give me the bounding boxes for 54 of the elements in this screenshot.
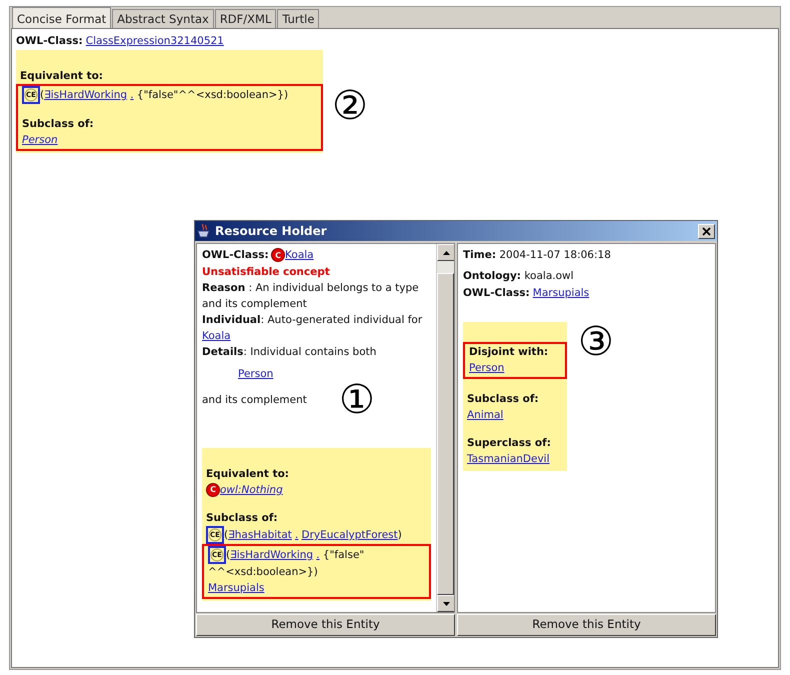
detail-text: Individual: Auto-generated individual for Koala	[202, 314, 422, 342]
section-heading: Disjoint with:	[469, 346, 548, 358]
scroll-up-button[interactable]	[437, 244, 454, 261]
tab[interactable]: Concise Format	[12, 7, 112, 28]
entity-link[interactable]: Koala	[202, 330, 231, 342]
close-button[interactable]	[698, 224, 715, 238]
callout-number: ①	[339, 380, 375, 420]
property-text: OWL-Class: Marsupials	[463, 287, 590, 299]
entity-link[interactable]: owl:Nothing	[220, 484, 283, 496]
property-text: Ontology: koala.owl	[463, 270, 574, 282]
section-heading: Equivalent to:	[206, 468, 289, 480]
entity-link[interactable]: Marsupials	[208, 582, 264, 594]
entity-link[interactable]: DryEucalyptForest	[302, 528, 398, 541]
property-text: OWL-Class: ClassExpression32140521	[16, 35, 224, 47]
remove-button[interactable]: Remove this Entity	[196, 614, 455, 636]
remove-button[interactable]: Remove this Entity	[457, 614, 716, 636]
entity-link[interactable]: Marsupials	[532, 287, 590, 299]
entity-link[interactable]: Person	[469, 362, 504, 374]
entity-link[interactable]: ∃isHardWorking	[230, 548, 314, 561]
window-title: Resource Holder	[215, 223, 327, 240]
entity-link[interactable]: .	[130, 88, 134, 101]
tab[interactable]: RDF/XML	[214, 9, 276, 28]
section-heading: Subclass of:	[467, 393, 539, 405]
detail-text: Details: Individual contains both	[202, 346, 376, 358]
entity-link[interactable]: Koala	[285, 249, 314, 261]
property-text: OWL-Class: C Koala	[202, 249, 314, 261]
down-arrow-icon	[442, 602, 450, 606]
error-message: Unsatisfiable concept	[202, 266, 330, 278]
entity-link[interactable]: TasmanianDevil	[467, 453, 550, 465]
callout-number: ③	[578, 322, 614, 362]
close-icon	[702, 226, 711, 236]
tab[interactable]: Turtle	[277, 9, 320, 28]
property-text: Time: 2004-11-07 18:06:18	[463, 249, 611, 261]
entity-link[interactable]: Person	[238, 368, 274, 380]
section-heading: Subclass of:	[22, 118, 94, 130]
entity-link[interactable]: ∃hasHabitat	[228, 528, 292, 541]
scrollbar-thumb[interactable]	[437, 273, 454, 595]
entity-link[interactable]: ClassExpression32140521	[86, 35, 224, 47]
entity-link[interactable]: Animal	[467, 409, 504, 421]
entity-link[interactable]: ∃isHardWorking	[44, 88, 128, 101]
tab[interactable]: Abstract Syntax	[112, 9, 214, 28]
detail-text: and its complement	[202, 394, 307, 406]
entity-link[interactable]: Person	[22, 134, 58, 146]
coffee-cup-icon	[197, 223, 211, 239]
class-icon: C	[206, 483, 220, 498]
entity-link[interactable]: .	[316, 548, 320, 561]
class-icon: C	[271, 248, 286, 262]
section-heading: Subclass of:	[206, 512, 278, 524]
detail-text: Reason : An individual belongs to a type and its complement	[202, 282, 419, 310]
section-heading: Superclass of:	[467, 437, 551, 449]
section-heading: Equivalent to:	[20, 70, 103, 82]
callout-number: ②	[332, 86, 368, 126]
scroll-down-button[interactable]	[437, 595, 454, 612]
up-arrow-icon	[442, 250, 450, 254]
